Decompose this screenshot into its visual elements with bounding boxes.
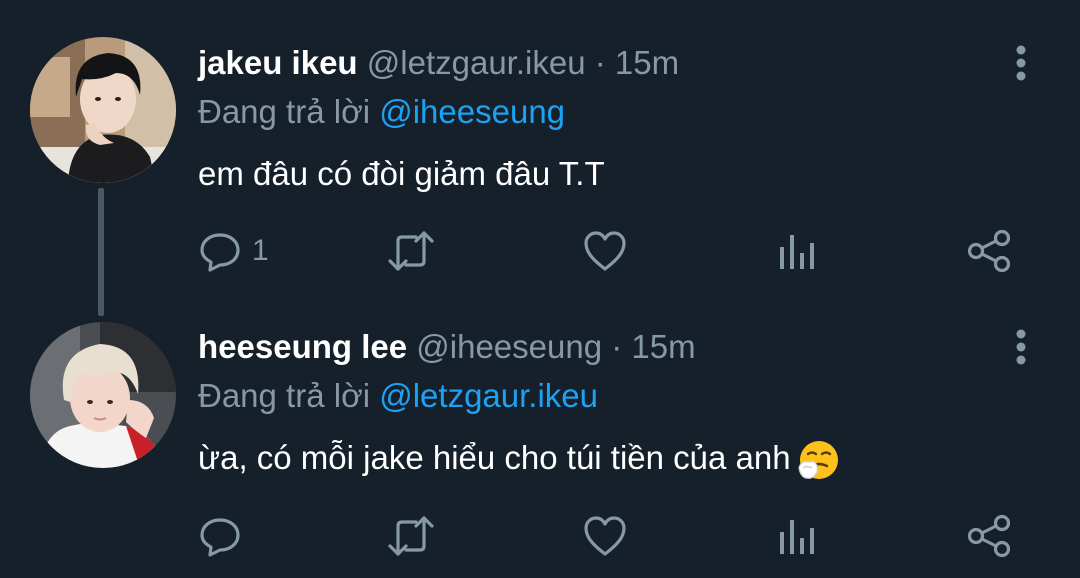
tweet-text-content: ừa, có mỗi jake hiểu cho túi tiền của an… [198, 439, 791, 476]
tweet[interactable]: heeseung lee @iheeseung · 15m Đang trả l… [0, 300, 1080, 578]
handle[interactable]: @iheeseung [416, 328, 602, 365]
tweet-header: jakeu ikeu @letzgaur.ikeu · 15m [198, 43, 679, 83]
reply-count: 1 [252, 234, 269, 267]
retweet-icon [388, 516, 434, 556]
replying-to: Đang trả lời @letzgaur.ikeu [198, 376, 598, 416]
reply-button[interactable]: 1 [198, 229, 269, 273]
share-button[interactable] [966, 229, 1012, 273]
separator: · [594, 44, 606, 81]
analytics-icon [780, 520, 814, 554]
sneezing-face-emoji [797, 438, 841, 482]
timestamp[interactable]: 15m [631, 328, 695, 365]
like-button[interactable] [582, 514, 628, 558]
mention-link[interactable]: @iheeseung [379, 93, 565, 130]
retweet-button[interactable] [386, 229, 436, 273]
share-icon [967, 514, 1011, 558]
avatar[interactable] [30, 37, 176, 183]
retweet-button[interactable] [386, 514, 436, 558]
separator: · [611, 328, 623, 365]
tweet-text: ừa, có mỗi jake hiểu cho túi tiền của an… [198, 438, 841, 482]
replying-to-label: Đang trả lời [198, 377, 371, 414]
reply-button[interactable] [198, 514, 252, 558]
comment-icon [200, 233, 240, 272]
mention-link[interactable]: @letzgaur.ikeu [379, 377, 598, 414]
handle[interactable]: @letzgaur.ikeu [367, 44, 586, 81]
tweet-text: em đâu có đòi giảm đâu T.T [198, 155, 605, 192]
comment-icon [200, 518, 240, 557]
more-vertical-icon[interactable] [1010, 328, 1032, 368]
like-button[interactable] [582, 229, 628, 273]
tweet-header: heeseung lee @iheeseung · 15m [198, 327, 696, 367]
more-vertical-icon[interactable] [1010, 44, 1032, 84]
retweet-icon [388, 231, 434, 271]
heart-icon [584, 231, 626, 271]
avatar[interactable] [30, 322, 176, 468]
replying-to-label: Đang trả lời [198, 93, 371, 130]
tweet[interactable]: jakeu ikeu @letzgaur.ikeu · 15m Đang trả… [0, 0, 1080, 300]
share-icon [967, 229, 1011, 273]
timestamp[interactable]: 15m [615, 44, 679, 81]
display-name[interactable]: jakeu ikeu [198, 44, 358, 81]
share-button[interactable] [966, 514, 1012, 558]
display-name[interactable]: heeseung lee [198, 328, 407, 365]
analytics-button[interactable] [777, 229, 817, 273]
analytics-icon [780, 235, 814, 269]
replying-to: Đang trả lời @iheeseung [198, 92, 565, 132]
analytics-button[interactable] [777, 514, 817, 558]
heart-icon [584, 516, 626, 556]
